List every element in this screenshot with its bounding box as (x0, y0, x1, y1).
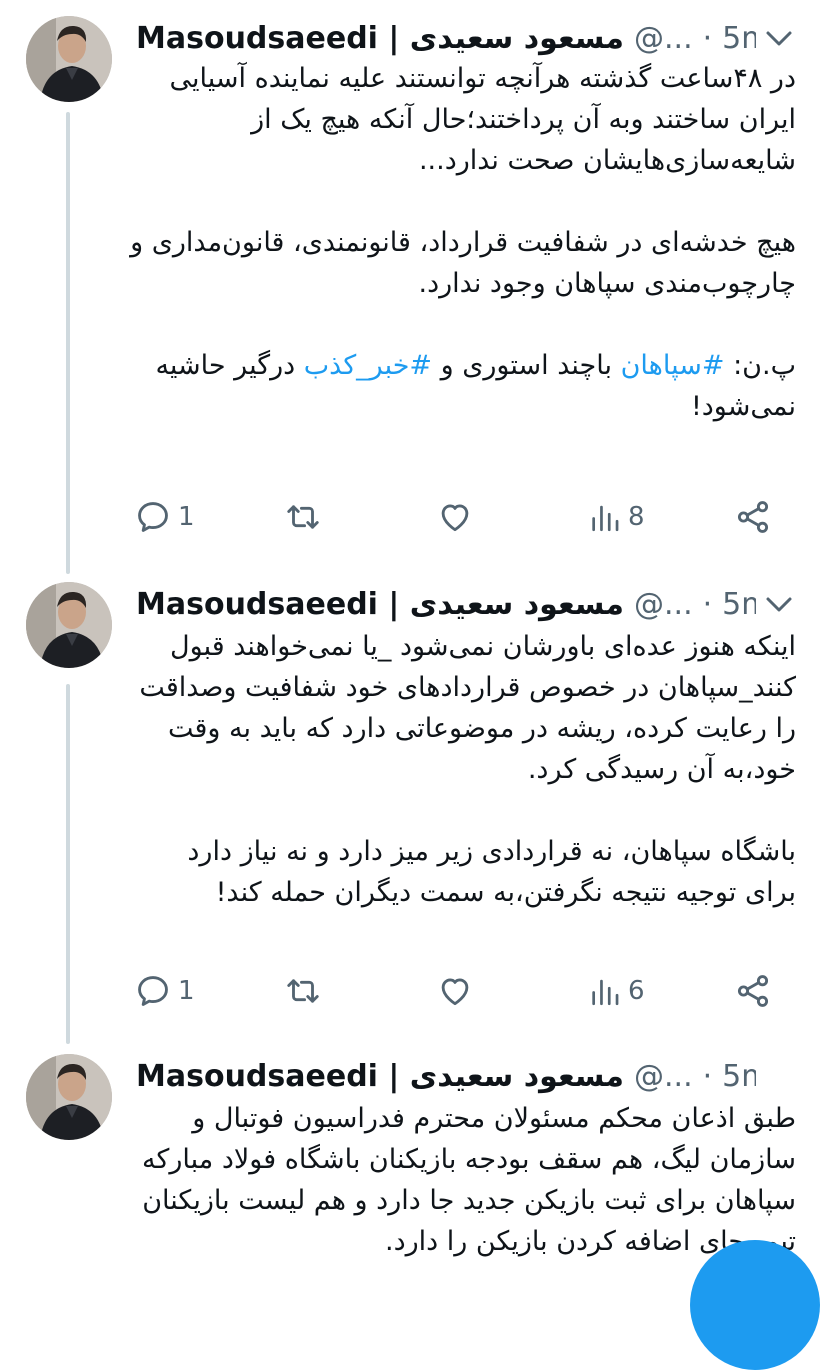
author-handle[interactable]: @... (634, 1054, 693, 1100)
avatar-photo (26, 1054, 112, 1140)
like-button[interactable] (436, 966, 480, 1016)
author-name[interactable]: Masoudsaeedi | مسعود سعیدی (136, 1054, 624, 1100)
text-segment: در ۴۸ساعت گذشته هرآنچه توانستند علیه نما… (169, 63, 796, 176)
share-button[interactable] (734, 492, 772, 542)
tweet-header: Masoudsaeedi | مسعود سعیدی @... · 5m (136, 16, 756, 62)
tweet-actions: 1 8 (130, 492, 790, 542)
chevron-down-icon[interactable] (764, 26, 794, 52)
repost-icon (287, 979, 319, 1003)
separator-dot: · (702, 1059, 713, 1094)
avatar[interactable] (26, 582, 112, 668)
tweet-paragraph: اینکه هنوز عده‌ای باورشان نمی‌شود _یا نم… (130, 626, 796, 790)
text-segment: باشگاه سپاهان، نه قراردادی زیر میز دارد … (187, 836, 796, 908)
thread-line (66, 112, 70, 574)
author-handle[interactable]: @... (634, 16, 693, 62)
share-icon (737, 501, 769, 533)
text-segment: باچند استوری و (432, 350, 621, 381)
tweet-header: Masoudsaeedi | مسعود سعیدی @... · 5m (136, 582, 756, 628)
reply-icon (138, 976, 168, 1006)
views-icon (592, 979, 619, 1006)
heart-icon (441, 978, 469, 1006)
thread-line (66, 684, 70, 1044)
separator-dot: · (702, 587, 713, 622)
views-button[interactable]: 8 (588, 492, 645, 542)
hashtag-link[interactable]: #سپاهان (621, 350, 725, 381)
reply-button[interactable]: 1 (134, 966, 195, 1016)
views-count: 8 (628, 502, 645, 532)
avatar[interactable] (26, 16, 112, 102)
like-button[interactable] (436, 492, 480, 542)
hashtag-link[interactable]: #خبر_کذب (304, 350, 432, 381)
tweet-text: اینکه هنوز عده‌ای باورشان نمی‌شود _یا نم… (130, 626, 796, 913)
views-button[interactable]: 6 (588, 966, 645, 1016)
avatar-photo (26, 582, 112, 668)
tweet-paragraph: باشگاه سپاهان، نه قراردادی زیر میز دارد … (130, 831, 796, 913)
text-segment: پ.ن: (724, 350, 796, 381)
text-segment: اینکه هنوز عده‌ای باورشان نمی‌شود _یا نم… (139, 631, 796, 785)
tweet-text: در ۴۸ساعت گذشته هرآنچه توانستند علیه نما… (130, 58, 796, 427)
repost-button[interactable] (284, 492, 328, 542)
heart-icon (441, 504, 469, 532)
views-count: 6 (628, 976, 645, 1006)
tweet-paragraph: هیچ خدشه‌ای در شفافیت قرارداد، قانونمندی… (130, 222, 796, 304)
timestamp[interactable]: 5m (722, 16, 756, 62)
tweet-text: طبق اذعان محکم مسئولان محترم فدراسیون فو… (130, 1098, 796, 1262)
text-segment: طبق اذعان محکم مسئولان محترم فدراسیون فو… (142, 1103, 796, 1257)
tweet-paragraph: در ۴۸ساعت گذشته هرآنچه توانستند علیه نما… (130, 58, 796, 181)
timestamp[interactable]: 5m (722, 582, 756, 628)
tweet-actions: 1 6 (130, 966, 790, 1016)
author-name[interactable]: Masoudsaeedi | مسعود سعیدی (136, 582, 624, 628)
repost-button[interactable] (284, 966, 328, 1016)
author-name[interactable]: Masoudsaeedi | مسعود سعیدی (136, 16, 624, 62)
views-icon (592, 505, 619, 532)
tweet-header: Masoudsaeedi | مسعود سعیدی @... · 5m (136, 1054, 756, 1100)
tweet-paragraph: پ.ن: #سپاهان باچند استوری و #خبر_کذب درگ… (130, 345, 796, 427)
reply-icon (138, 502, 168, 532)
reply-count: 1 (178, 976, 195, 1006)
repost-icon (287, 505, 319, 529)
chevron-down-icon[interactable] (764, 592, 794, 618)
timestamp[interactable]: 5m (722, 1054, 756, 1100)
share-button[interactable] (734, 966, 772, 1016)
tweet-paragraph: طبق اذعان محکم مسئولان محترم فدراسیون فو… (130, 1098, 796, 1262)
reply-count: 1 (178, 502, 195, 532)
author-handle[interactable]: @... (634, 582, 693, 628)
separator-dot: · (702, 21, 713, 56)
avatar-photo (26, 16, 112, 102)
compose-button[interactable] (690, 1240, 820, 1370)
text-segment: هیچ خدشه‌ای در شفافیت قرارداد، قانونمندی… (130, 227, 796, 299)
reply-button[interactable]: 1 (134, 492, 195, 542)
avatar[interactable] (26, 1054, 112, 1140)
share-icon (737, 975, 769, 1007)
